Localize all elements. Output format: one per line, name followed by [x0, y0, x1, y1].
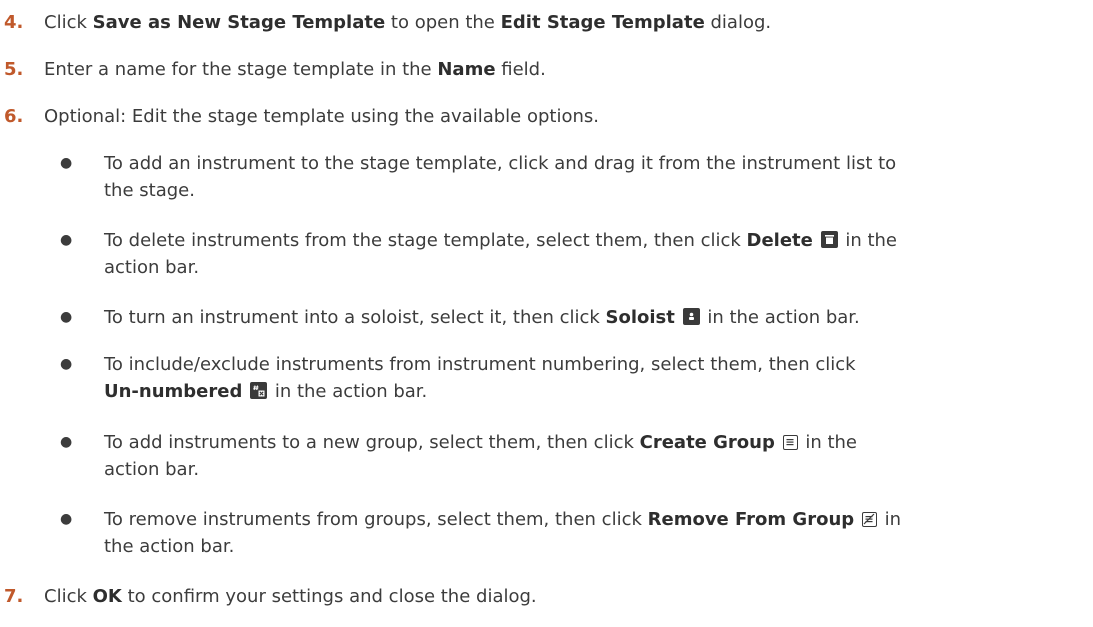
- step-text: Enter a name for the stage template in t…: [44, 56, 1085, 83]
- bullet-text-part: To turn an instrument into a soloist, se…: [104, 307, 606, 328]
- name-field-label: Name: [437, 59, 496, 80]
- bullet-text-part: in the action bar.: [701, 307, 860, 328]
- bullet-text-part: in: [878, 509, 902, 530]
- bullet-text-part: in the: [799, 432, 858, 453]
- step-text-part: to open the: [385, 12, 501, 33]
- bullet-text-line: action bar.: [104, 257, 200, 278]
- bullet-text-part: To delete instruments from the stage tem…: [104, 230, 747, 251]
- remove-from-group-label: Remove From Group: [647, 509, 855, 530]
- step-text-part: Click: [44, 12, 93, 33]
- bullet-dot: ●: [60, 356, 73, 372]
- delete-label: Delete: [746, 230, 813, 251]
- bullet-dot: ●: [60, 511, 73, 527]
- bullet-text-line: the stage.: [104, 180, 195, 201]
- step-text-part: Click: [44, 586, 93, 607]
- bullet-text: To add an instrument to the stage templa…: [104, 150, 1079, 204]
- bullet-text: To delete instruments from the stage tem…: [104, 227, 1079, 281]
- bullet-text-part: To add instruments to a new group, selec…: [104, 432, 640, 453]
- un-numbered-label: Un-numbered: [104, 381, 243, 402]
- step-number: 4.: [4, 12, 24, 33]
- bullet-text-part: To remove instruments from groups, selec…: [104, 509, 648, 530]
- step-text-part: dialog.: [704, 12, 772, 33]
- bullet-text: To turn an instrument into a soloist, se…: [104, 304, 1079, 331]
- bullet-text-part: in the: [839, 230, 897, 251]
- remove-from-group-icon: [861, 512, 877, 527]
- step-text-part: Enter a name for the stage template in t…: [44, 59, 438, 80]
- bullet-dot: ●: [60, 232, 73, 248]
- bullet-text-line: action bar.: [104, 459, 200, 480]
- bullet-dot: ●: [60, 309, 73, 325]
- bullet-text: To remove instruments from groups, selec…: [104, 506, 1079, 560]
- step-text-part: field.: [495, 59, 546, 80]
- step-text-part: to confirm your settings and close the d…: [121, 586, 537, 607]
- edit-stage-template-label: Edit Stage Template: [500, 12, 705, 33]
- bullet-text: To add instruments to a new group, selec…: [104, 429, 1079, 483]
- step-text: Click OK to confirm your settings and cl…: [44, 583, 1085, 610]
- bullet-text-line: To include/exclude instruments from inst…: [104, 354, 856, 375]
- soloist-label: Soloist: [605, 307, 675, 328]
- create-group-label: Create Group: [639, 432, 775, 453]
- ok-label: OK: [92, 586, 122, 607]
- bullet-text-part: in the action bar.: [269, 381, 428, 402]
- step-text: Click Save as New Stage Template to open…: [44, 9, 1085, 36]
- bullet-dot: ●: [60, 155, 73, 171]
- step-number: 6.: [4, 106, 24, 127]
- bullet-dot: ●: [60, 434, 73, 450]
- soloist-icon: [682, 308, 700, 325]
- step-number: 5.: [4, 59, 24, 80]
- document-page: 4. Click Save as New Stage Template to o…: [0, 0, 1093, 627]
- create-group-icon: [782, 435, 798, 450]
- save-as-new-stage-template-label: Save as New Stage Template: [92, 12, 386, 33]
- bullet-text-line: the action bar.: [104, 536, 235, 557]
- bullet-text-line: To add an instrument to the stage templa…: [104, 153, 897, 174]
- delete-icon: [820, 231, 838, 248]
- step-text: Optional: Edit the stage template using …: [44, 106, 599, 127]
- step-number: 7.: [4, 586, 24, 607]
- unnumbered-icon: [250, 382, 268, 399]
- bullet-text: To include/exclude instruments from inst…: [104, 351, 1079, 405]
